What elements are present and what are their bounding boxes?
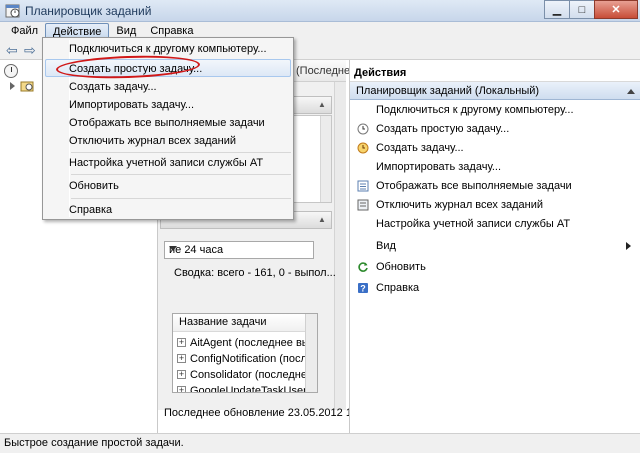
minimize-button[interactable]: ▁: [544, 0, 570, 19]
task-wizard-icon: [357, 123, 369, 135]
center-header-text: (Последне: [296, 65, 351, 77]
collapse-icon[interactable]: ▲: [317, 100, 327, 110]
actions-panel: Действия Планировщик заданий (Локальный)…: [349, 60, 640, 433]
task-row[interactable]: + GoogleUpdateTaskUserS-1: [177, 383, 317, 392]
menu-item-at-service-account[interactable]: Настройка учетной записи службы AT: [69, 154, 263, 172]
status-bar: Быстрое создание простой задачи.: [0, 433, 640, 453]
actions-group-header[interactable]: Планировщик заданий (Локальный): [350, 82, 640, 100]
close-button[interactable]: ✕: [594, 0, 638, 19]
back-arrow-icon[interactable]: ⇦: [6, 43, 22, 57]
action-import-task[interactable]: Импортировать задачу...: [350, 158, 640, 176]
help-icon: ?: [358, 283, 368, 294]
maximize-button[interactable]: □: [569, 0, 595, 19]
title-bar: Планировщик заданий ▁ □ ✕: [0, 0, 640, 22]
action-disable-history[interactable]: Отключить журнал всех заданий: [350, 196, 640, 214]
tree-item-task-scheduler[interactable]: [4, 64, 18, 78]
task-row[interactable]: + Consolidator (последнее в: [177, 367, 317, 382]
clock-icon: [4, 64, 18, 78]
action-refresh[interactable]: Обновить: [350, 258, 640, 276]
period-select[interactable]: ие 24 часа: [164, 241, 314, 259]
overview-scrollbar[interactable]: [320, 116, 331, 202]
action-show-running[interactable]: Отображать все выполняемые задачи: [350, 177, 640, 195]
library-icon: [20, 81, 34, 92]
expand-plus-icon[interactable]: +: [177, 354, 186, 363]
forward-arrow-icon[interactable]: ⇨: [24, 43, 40, 57]
svg-text:?: ?: [360, 284, 366, 294]
submenu-arrow-icon: [626, 242, 631, 250]
collapse-caret-icon[interactable]: [627, 89, 635, 94]
period-select-value: ие 24 часа: [169, 244, 224, 256]
task-row[interactable]: + ConfigNotification (последн: [177, 351, 317, 366]
menu-item-refresh[interactable]: Обновить: [69, 177, 119, 195]
action-connect[interactable]: Подключиться к другому компьютеру...: [350, 101, 640, 119]
expand-arrow-icon[interactable]: [10, 82, 15, 90]
task-summary: Сводка: всего - 161, 0 - выпол...: [174, 267, 336, 279]
menu-item-help[interactable]: Справка: [69, 201, 112, 219]
menu-file[interactable]: Файл: [4, 23, 45, 39]
menu-separator: [71, 174, 291, 175]
menu-item-create-task[interactable]: Создать задачу...: [69, 78, 157, 96]
refresh-icon: [358, 262, 368, 272]
task-icon: [357, 142, 369, 154]
task-status-list: Название задачи + AitAgent (последнее вып…: [172, 313, 318, 393]
menu-item-disable-history[interactable]: Отключить журнал всех заданий: [69, 132, 236, 150]
action-create-basic-task[interactable]: Создать простую задачу...: [350, 120, 640, 138]
expand-plus-icon[interactable]: +: [177, 338, 186, 347]
task-name-column-header[interactable]: Название задачи: [173, 314, 307, 332]
collapse-icon[interactable]: ▲: [317, 215, 327, 225]
task-list-scrollbar[interactable]: [305, 314, 317, 392]
menu-item-import-task[interactable]: Импортировать задачу...: [69, 96, 194, 114]
log-icon: [357, 199, 369, 211]
action-help[interactable]: ? Справка: [350, 279, 640, 297]
action-create-task[interactable]: Создать задачу...: [350, 139, 640, 157]
center-scrollbar[interactable]: [334, 82, 346, 410]
list-icon: [357, 180, 369, 192]
menu-separator: [71, 198, 291, 199]
expand-plus-icon[interactable]: +: [177, 370, 186, 379]
expand-plus-icon[interactable]: +: [177, 386, 186, 392]
menu-item-connect[interactable]: Подключиться к другому компьютеру...: [69, 40, 267, 58]
menu-item-show-running[interactable]: Отображать все выполняемые задачи: [69, 114, 265, 132]
task-scheduler-icon: [5, 4, 20, 18]
actions-title: Действия: [350, 64, 640, 82]
chevron-down-icon: [169, 246, 177, 251]
action-view[interactable]: Вид: [350, 237, 640, 255]
action-at-service-account[interactable]: Настройка учетной записи службы AT: [350, 215, 640, 233]
task-row[interactable]: + AitAgent (последнее выпо: [177, 335, 317, 350]
menu-separator: [71, 152, 291, 153]
actions-group-label: Планировщик заданий (Локальный): [356, 85, 540, 97]
window-title: Планировщик заданий: [25, 4, 152, 18]
